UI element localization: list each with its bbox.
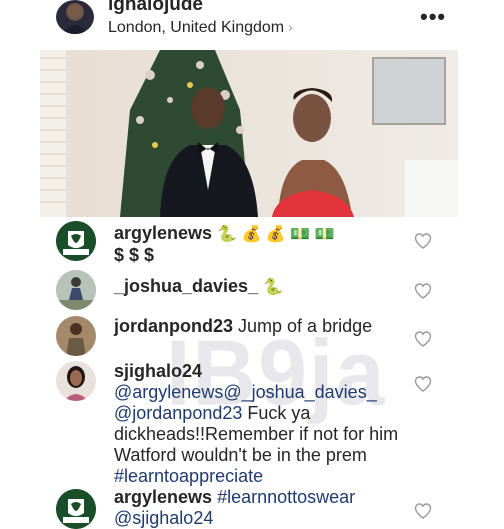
post-photo[interactable] <box>40 50 458 217</box>
heart-icon[interactable] <box>414 233 432 249</box>
more-options-icon[interactable]: ••• <box>420 4 446 30</box>
comment-username[interactable]: argylenews <box>114 487 212 507</box>
comment-body: _joshua_davies_ 🐍 <box>114 276 406 298</box>
comment-body: jordanpond23 Jump of a bridge <box>114 316 406 337</box>
comment-emojis: 🐍 💰 💰 💵 💵 <box>217 226 335 243</box>
author-username[interactable]: ighalojude <box>108 0 203 16</box>
heart-icon[interactable] <box>414 376 432 392</box>
post-location[interactable]: London, United Kingdom › <box>108 19 293 37</box>
commenter-avatar[interactable] <box>56 316 96 356</box>
comment-username[interactable]: _joshua_davies_ <box>114 276 258 296</box>
comment-body: argylenews 🐍 💰 💰 💵 💵 $ $ $ <box>114 223 406 266</box>
heart-icon[interactable] <box>414 331 432 347</box>
location-label: London, United Kingdom <box>108 19 285 36</box>
commenter-avatar[interactable] <box>56 270 96 310</box>
heart-icon[interactable] <box>414 283 432 299</box>
hashtag-link[interactable]: #learnnottoswear <box>217 487 355 507</box>
comment-username[interactable]: argylenews <box>114 223 212 243</box>
comment-emojis: 🐍 <box>263 279 284 296</box>
post-header: ighalojude London, United Kingdom › ••• <box>0 0 504 48</box>
mention-link[interactable]: @jordanpond23 <box>114 403 242 423</box>
comment-body: argylenews #learnnottoswear @sjighalo24 <box>114 487 406 529</box>
comment-text: Jump of a bridge <box>238 316 373 336</box>
mention-link[interactable]: @_joshua_davies_ <box>223 382 376 402</box>
chevron-right-icon: › <box>288 19 293 35</box>
hashtag-link[interactable]: #learntoappreciate <box>114 466 263 486</box>
mention-link[interactable]: @sjighalo24 <box>114 508 213 528</box>
commenter-avatar[interactable] <box>56 489 96 529</box>
comment-username[interactable]: sjighalo24 <box>114 361 202 381</box>
comment-text: $ $ $ <box>114 245 155 265</box>
mention-link[interactable]: @argylenews <box>114 382 223 402</box>
comment-body: sjighalo24 @argylenews@_joshua_davies_ @… <box>114 361 406 487</box>
heart-icon[interactable] <box>414 503 432 519</box>
commenter-avatar[interactable] <box>56 221 96 261</box>
commenter-avatar[interactable] <box>56 361 96 401</box>
author-avatar[interactable] <box>56 0 94 34</box>
comment-username[interactable]: jordanpond23 <box>114 316 233 336</box>
